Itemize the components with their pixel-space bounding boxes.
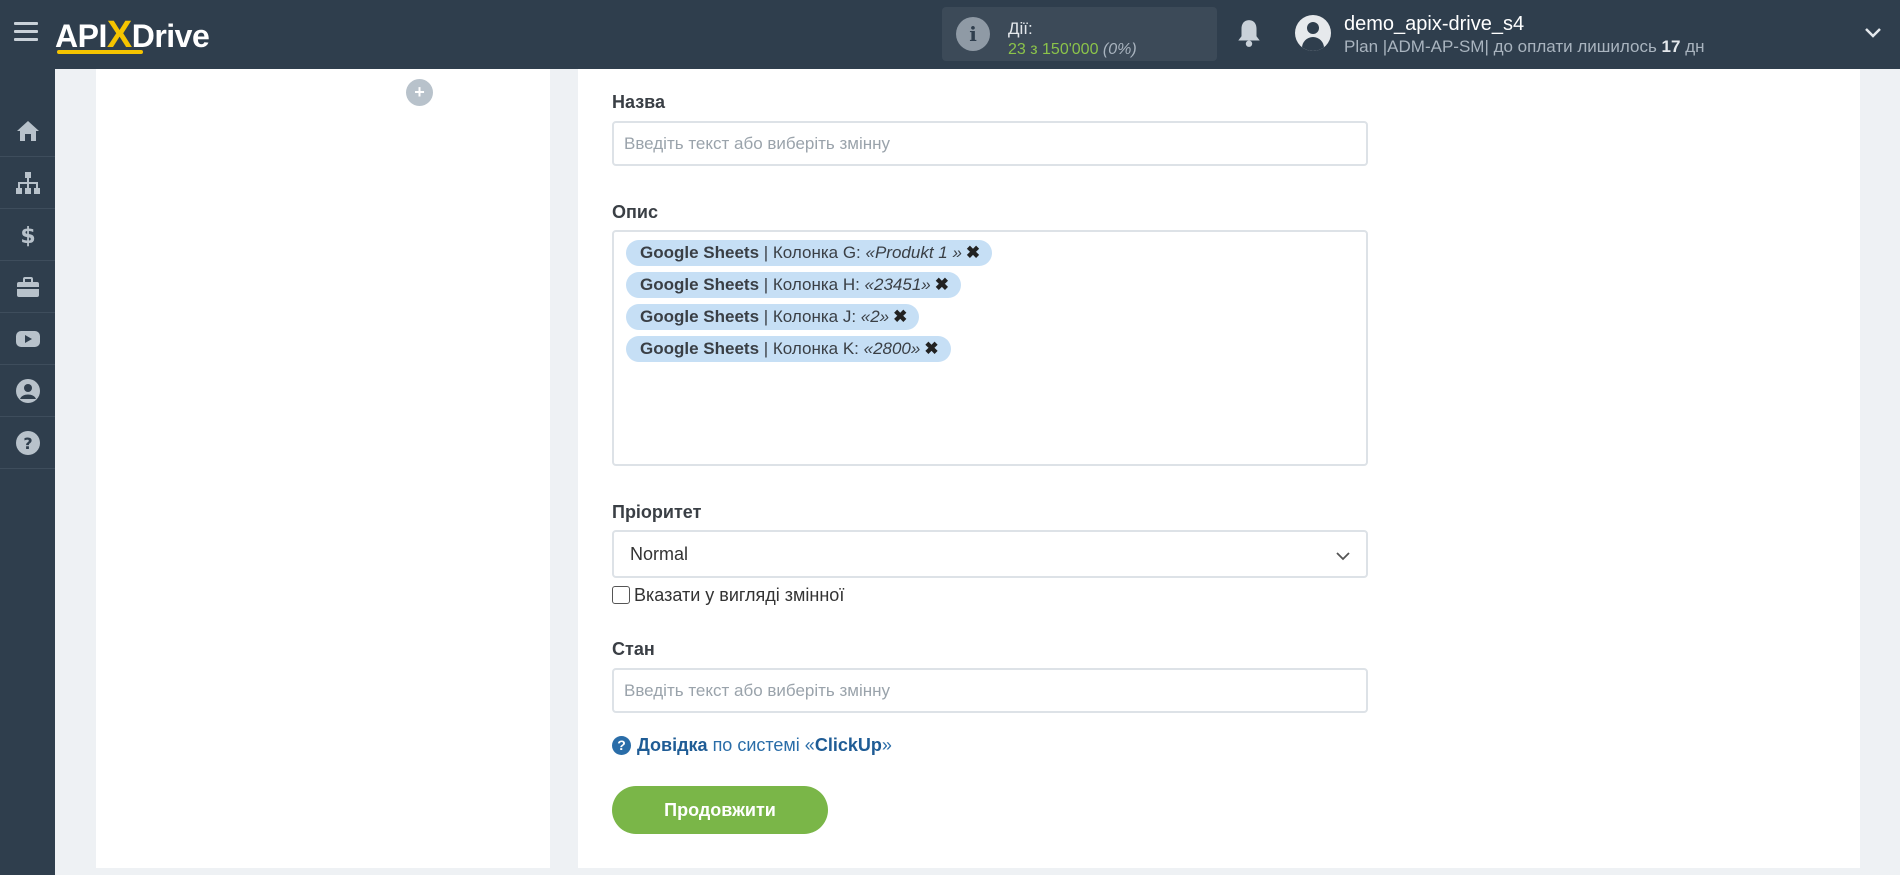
top-bar: APIXDrive i Дії: 23 з 150'000 (0%) demo_… — [0, 0, 1900, 69]
help-icon: ? — [15, 430, 40, 455]
chevron-down-icon[interactable] — [1864, 24, 1882, 42]
description-field[interactable]: Google Sheets | Колонка G: «Produkt 1 » ✖… — [612, 230, 1368, 466]
remove-tag-icon[interactable]: ✖ — [966, 240, 980, 266]
name-input[interactable] — [612, 121, 1368, 166]
add-step-button[interactable]: + — [406, 79, 433, 106]
variable-tag[interactable]: Google Sheets | Колонка K: «2800» ✖ — [626, 336, 951, 362]
dollar-icon: $ — [20, 224, 35, 248]
actions-value: 23 з 150'000 (0%) — [1008, 41, 1137, 58]
priority-variable-checkbox[interactable] — [612, 586, 630, 604]
bell-icon[interactable] — [1236, 18, 1262, 48]
info-icon: i — [956, 17, 990, 51]
actions-label: Дії: — [1008, 19, 1033, 38]
sidebar-item-home[interactable] — [0, 105, 55, 157]
help-line: ? Довідка по системі « ClickUp » — [612, 735, 892, 756]
user-name[interactable]: demo_apix-drive_s4 — [1344, 13, 1524, 36]
actions-counter: i Дії: 23 з 150'000 (0%) — [942, 7, 1217, 61]
priority-variable-option[interactable]: Вказати у вигляді змінної — [612, 584, 844, 606]
svg-text:$: $ — [20, 224, 35, 248]
svg-text:?: ? — [23, 434, 32, 453]
briefcase-icon — [16, 276, 39, 297]
variable-tag[interactable]: Google Sheets | Колонка H: «23451» ✖ — [626, 272, 961, 298]
continue-button[interactable]: Продовжити — [612, 786, 828, 834]
avatar[interactable] — [1295, 15, 1331, 51]
left-panel: + — [96, 69, 550, 868]
sidebar-item-profile[interactable] — [0, 365, 55, 417]
status-label: Стан — [612, 639, 655, 659]
sitemap-icon — [15, 171, 40, 194]
apixdrive-logo[interactable]: APIXDrive — [55, 14, 210, 56]
home-icon — [16, 120, 39, 141]
help-link[interactable]: Довідка — [637, 735, 708, 756]
sidebar-item-connections[interactable] — [0, 157, 55, 209]
remove-tag-icon[interactable]: ✖ — [935, 272, 949, 298]
sidebar-item-help[interactable]: ? — [0, 417, 55, 469]
description-label: Опис — [612, 202, 658, 222]
sidebar-item-services[interactable] — [0, 261, 55, 313]
sidebar-item-billing[interactable]: $ — [0, 209, 55, 261]
variable-tag[interactable]: Google Sheets | Колонка J: «2» ✖ — [626, 304, 920, 330]
sidebar-item-video[interactable] — [0, 313, 55, 365]
help-system-link[interactable]: ClickUp — [815, 735, 882, 756]
priority-variable-label[interactable]: Вказати у вигляді змінної — [634, 585, 844, 606]
hamburger-menu-icon[interactable] — [14, 22, 38, 42]
question-circle-icon: ? — [612, 736, 631, 755]
remove-tag-icon[interactable]: ✖ — [893, 304, 907, 330]
priority-selected-value: Normal — [630, 544, 689, 564]
chevron-down-icon — [1336, 552, 1350, 561]
status-input[interactable] — [612, 668, 1368, 713]
sidebar: $ ? — [0, 69, 55, 875]
variable-tag[interactable]: Google Sheets | Колонка G: «Produkt 1 » ✖ — [626, 240, 993, 266]
user-icon — [15, 378, 40, 403]
user-plan: Plan |ADM-AP-SM| до оплати лишилось 17 д… — [1344, 37, 1705, 56]
name-label: Назва — [612, 92, 666, 112]
priority-select[interactable]: Normal — [612, 530, 1368, 578]
priority-label: Пріоритет — [612, 502, 702, 522]
remove-tag-icon[interactable]: ✖ — [924, 336, 938, 362]
youtube-icon — [15, 330, 40, 347]
